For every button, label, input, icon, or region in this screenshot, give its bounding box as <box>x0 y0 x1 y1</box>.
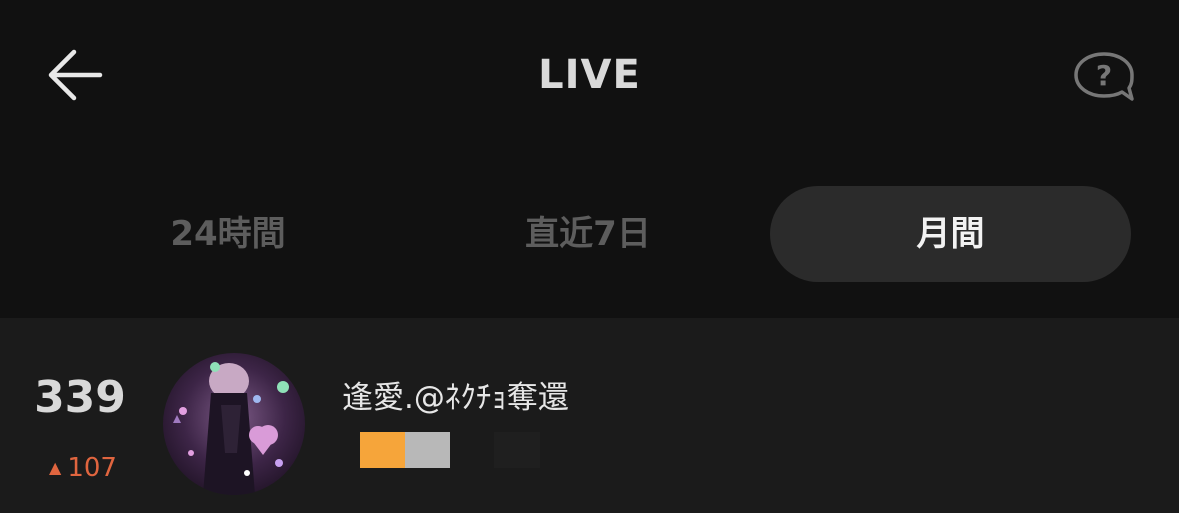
ranking-row[interactable]: 339 ▲ 107 逢愛.@ﾈｸﾁｮ奪還 <box>0 318 1179 513</box>
rank-change-value: 107 <box>67 453 117 483</box>
svg-text:?: ? <box>1096 59 1112 92</box>
question-bubble-icon[interactable]: ? <box>1072 50 1136 102</box>
avatar[interactable] <box>163 353 305 495</box>
period-tabs: 24時間 直近7日 月間 <box>0 186 1179 282</box>
tab-monthly[interactable]: 月間 <box>770 186 1131 282</box>
badge-orange <box>360 432 405 468</box>
triangle-up-icon: ▲ <box>49 458 62 477</box>
rank-change: ▲ 107 <box>28 451 138 485</box>
badge-dark <box>494 432 540 468</box>
page-title: LIVE <box>538 52 641 98</box>
user-name: 逢愛.@ﾈｸﾁｮ奪還 <box>342 380 569 416</box>
header-bar: LIVE ? <box>0 0 1179 150</box>
tab-24h[interactable]: 24時間 <box>48 186 408 282</box>
tab-7days[interactable]: 直近7日 <box>408 186 768 282</box>
badge-gray <box>405 432 450 468</box>
rank-number: 339 <box>34 372 126 423</box>
